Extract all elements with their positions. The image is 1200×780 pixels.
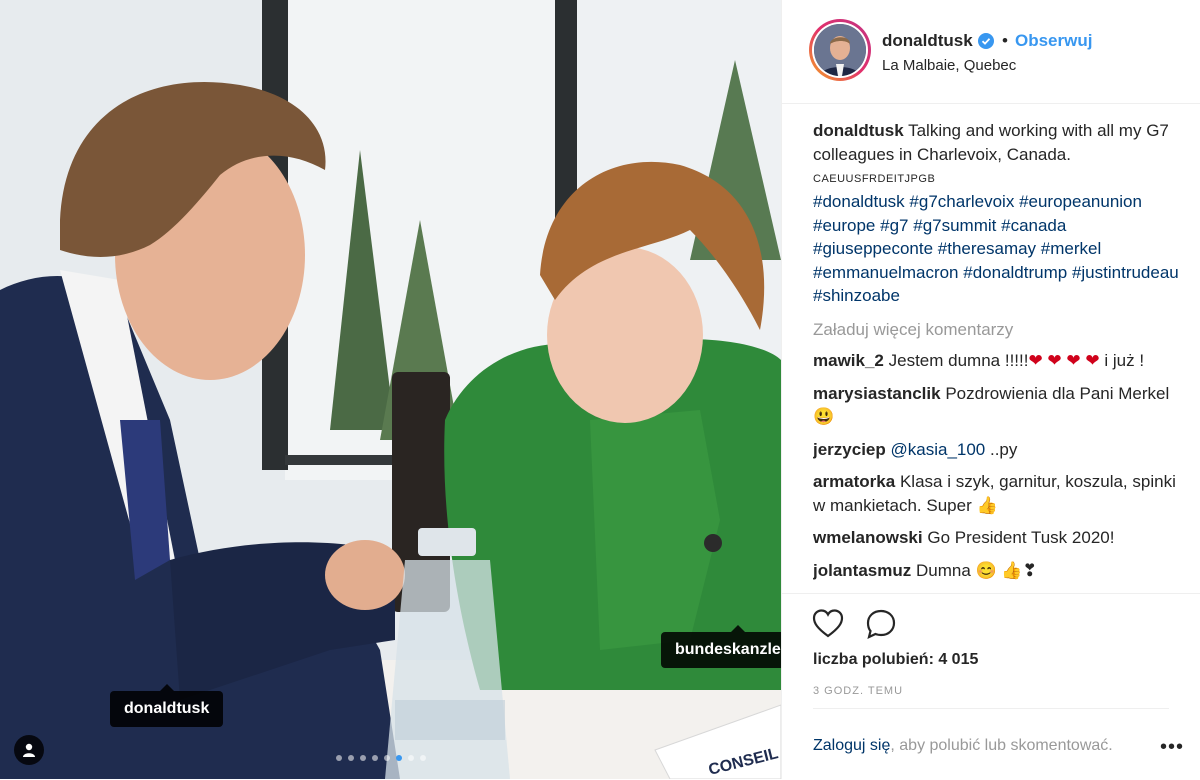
avatar-image — [814, 24, 866, 76]
verified-icon — [978, 33, 994, 49]
comment-mention[interactable]: @kasia_100 — [891, 440, 986, 459]
hashtag-link[interactable]: #giuseppeconte — [813, 239, 933, 258]
header-username[interactable]: donaldtusk — [882, 31, 973, 51]
post-actions: liczba polubień: 4 015 3 GODZ. TEMU Zalo… — [782, 593, 1200, 780]
post-timestamp: 3 GODZ. TEMU — [813, 685, 904, 697]
hashtag-link[interactable]: #g7 — [880, 216, 908, 235]
list-item: marysiastanclik Pozdrowienia dla Pani Me… — [813, 382, 1181, 429]
user-tag-label: bundeskanzlerin — [675, 641, 781, 658]
carousel-dot-active — [396, 755, 402, 761]
hashtag-link[interactable]: #europeanunion — [1019, 192, 1142, 211]
user-tag-icon[interactable] — [14, 735, 44, 765]
caption-flags: CAEUUSFRDEITJPGB — [813, 173, 936, 185]
comment-username[interactable]: wmelanowski — [813, 528, 923, 547]
location-link[interactable]: La Malbaie, Quebec — [882, 57, 1016, 74]
carousel-dot — [372, 755, 378, 761]
comment-text-end: i już ! — [1104, 351, 1145, 370]
hashtag-link[interactable]: #merkel — [1041, 239, 1101, 258]
user-tag-label: donaldtusk — [124, 700, 210, 717]
heart-emoji: ❤ ❤ ❤ ❤ — [1028, 351, 1100, 370]
hashtag-link[interactable]: #donaldtusk — [813, 192, 905, 211]
caption-hashtags: #donaldtusk #g7charlevoix #europeanunion… — [813, 190, 1181, 308]
carousel-dot — [420, 755, 426, 761]
comment-username[interactable]: mawik_2 — [813, 351, 884, 370]
login-prompt-text: , aby polubić lub skomentować. — [890, 737, 1113, 754]
login-link[interactable]: Zaloguj się — [813, 737, 890, 754]
comment-username[interactable]: jolantasmuz — [813, 561, 911, 580]
more-options-icon[interactable]: ••• — [1160, 736, 1184, 759]
list-item: wmelanowski Go President Tusk 2020! — [813, 526, 1181, 550]
hashtag-link[interactable]: #justintrudeau — [1072, 263, 1179, 282]
comment-text: Go President Tusk 2020! — [927, 528, 1115, 547]
carousel-dots — [336, 755, 426, 761]
avatar[interactable] — [809, 19, 871, 81]
comment-username[interactable]: armatorka — [813, 472, 895, 491]
carousel-dot — [348, 755, 354, 761]
carousel-dot — [408, 755, 414, 761]
caption-username[interactable]: donaldtusk — [813, 121, 904, 140]
carousel-dot — [336, 755, 342, 761]
user-tag-donaldtusk[interactable]: donaldtusk — [110, 684, 224, 727]
header-bullet: • — [1002, 31, 1008, 50]
comment-username[interactable]: marysiastanclik — [813, 384, 941, 403]
login-prompt: Zaloguj się, aby polubić lub skomentować… — [813, 708, 1169, 755]
hashtag-link[interactable]: #shinzoabe — [813, 286, 900, 305]
post-photo[interactable]: CONSEIL E donaldtusk bundeskanzlerin — [0, 0, 781, 779]
hashtag-link[interactable]: #theresamay — [938, 239, 1036, 258]
caption: donaldtusk Talking and working with all … — [813, 119, 1181, 308]
person-icon — [23, 743, 35, 757]
comment-button[interactable] — [864, 607, 898, 641]
hashtag-link[interactable]: #europe — [813, 216, 875, 235]
hashtag-link[interactable]: #emmanuelmacron — [813, 263, 959, 282]
comment-text: ..py — [985, 439, 1018, 459]
hashtag-link[interactable]: #canada — [1001, 216, 1066, 235]
post-header: donaldtusk • Obserwuj La Malbaie, Quebec — [782, 0, 1200, 104]
list-item: jolantasmuz Dumna 😊 👍❣ — [813, 559, 1181, 583]
list-item: mawik_2 Jestem dumna !!!!!❤ ❤ ❤ ❤ i już … — [813, 349, 1181, 373]
hashtag-link[interactable]: #g7summit — [913, 216, 996, 235]
likes-count[interactable]: liczba polubień: 4 015 — [813, 651, 978, 669]
post-sidebar: donaldtusk • Obserwuj La Malbaie, Quebec… — [781, 0, 1200, 779]
comment-icon — [866, 609, 896, 639]
follow-button[interactable]: Obserwuj — [1015, 31, 1092, 51]
user-tag-bundeskanzlerin[interactable]: bundeskanzlerin — [661, 625, 781, 668]
like-button[interactable] — [811, 607, 845, 641]
comment-text: Dumna 😊 👍❣ — [915, 560, 1037, 580]
carousel-dot — [384, 755, 390, 761]
carousel-dot — [360, 755, 366, 761]
comments-list[interactable]: donaldtusk Talking and working with all … — [813, 119, 1181, 593]
load-more-comments[interactable]: Załaduj więcej komentarzy — [813, 318, 1181, 342]
heart-icon — [812, 609, 844, 638]
comment-text: Jestem dumna !!!!! — [888, 351, 1029, 370]
comment-username[interactable]: jerzyciep — [813, 440, 886, 459]
list-item: jerzyciep @kasia_100 ..py — [813, 438, 1181, 462]
list-item: armatorka Klasa i szyk, garnitur, koszul… — [813, 470, 1181, 517]
hashtag-link[interactable]: #g7charlevoix — [909, 192, 1014, 211]
hashtag-link[interactable]: #donaldtrump — [963, 263, 1067, 282]
